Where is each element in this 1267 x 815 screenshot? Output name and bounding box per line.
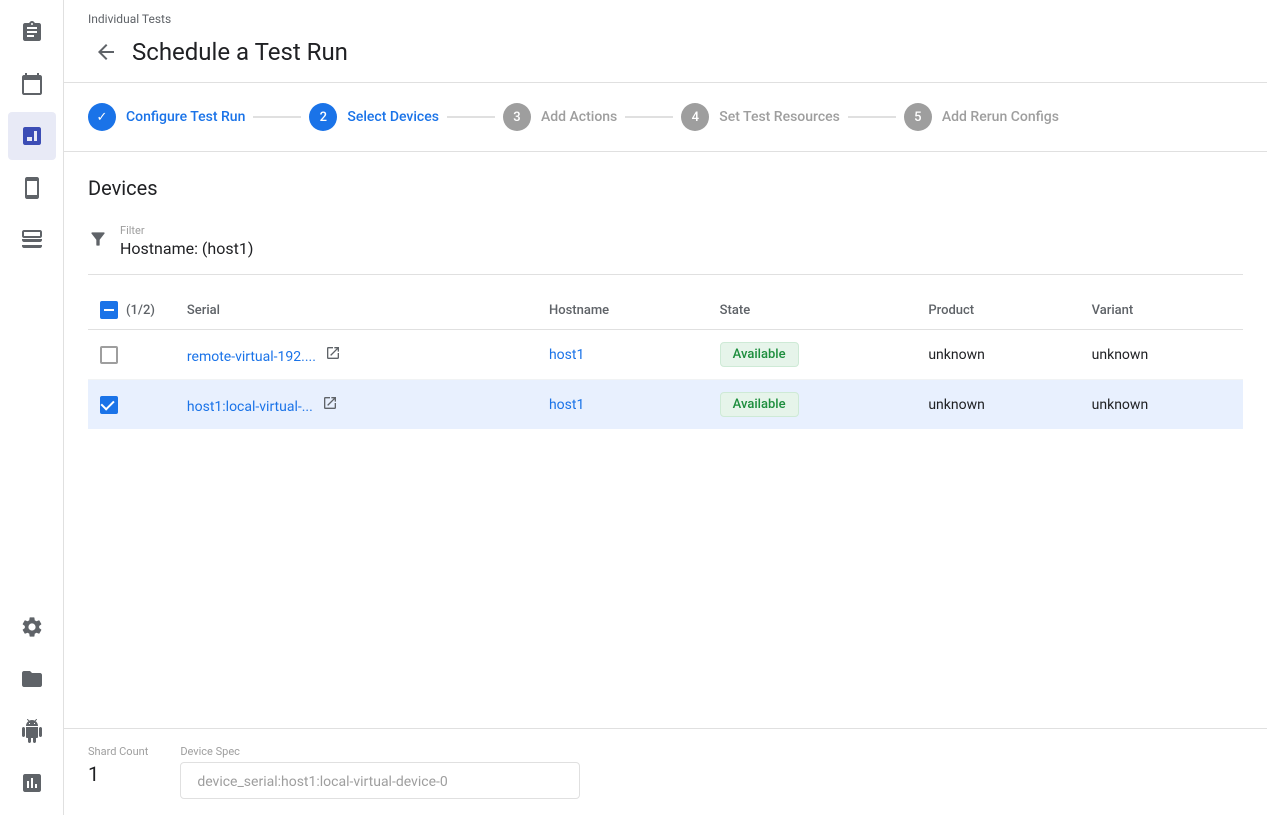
column-hostname: Hostname	[537, 291, 708, 330]
folder-icon	[20, 667, 44, 691]
row1-checkbox-cell[interactable]	[88, 330, 175, 380]
row2-serial: host1:local-virtual-...	[175, 380, 537, 430]
stepper: ✓ Configure Test Run 2 Select Devices 3 …	[64, 83, 1267, 152]
row2-checkbox-cell[interactable]	[88, 380, 175, 430]
sidebar-item-calendar[interactable]	[8, 60, 56, 108]
step-connector-2	[447, 116, 495, 118]
row1-serial-link[interactable]: remote-virtual-192....	[187, 349, 316, 365]
sidebar-item-analytics[interactable]	[8, 759, 56, 807]
device-spec-box: device_serial:host1:local-virtual-device…	[180, 762, 580, 799]
step-connector-3	[625, 116, 673, 118]
row1-variant: unknown	[1080, 330, 1243, 380]
column-state: State	[708, 291, 917, 330]
step-4: 4 Set Test Resources	[681, 103, 840, 131]
content-area: Devices Filter Hostname: (host1)	[64, 152, 1267, 728]
back-button[interactable]	[88, 34, 124, 70]
sidebar-item-tasks[interactable]	[8, 8, 56, 56]
filter-value: Hostname: (host1)	[120, 239, 253, 258]
indeterminate-checkbox[interactable]	[100, 301, 118, 319]
shard-count-label: Shard Count	[88, 745, 148, 758]
step-4-label: Set Test Resources	[719, 109, 840, 125]
row1-serial: remote-virtual-192....	[175, 330, 537, 380]
select-all-header[interactable]: (1/2)	[88, 291, 175, 330]
step-1-circle: ✓	[88, 103, 116, 131]
device-table: (1/2) Serial Hostname State Product Vari…	[88, 291, 1243, 429]
row1-state: Available	[708, 330, 917, 380]
calendar-icon	[20, 72, 44, 96]
page-header: Schedule a Test Run	[64, 30, 1267, 83]
sidebar-item-devices[interactable]	[8, 164, 56, 212]
shard-count-value: 1	[88, 762, 148, 786]
device-spec-value: device_serial:host1:local-virtual-device…	[197, 774, 447, 790]
bottom-panel: Shard Count 1 Device Spec device_serial:…	[64, 728, 1267, 815]
shard-count-field: Shard Count 1	[88, 745, 148, 799]
selection-count: (1/2)	[126, 303, 155, 318]
settings-icon	[20, 615, 44, 639]
step-1: ✓ Configure Test Run	[88, 103, 245, 131]
step-2-circle: 2	[309, 103, 337, 131]
row2-external-icon[interactable]	[322, 395, 338, 411]
back-arrow-icon	[94, 40, 118, 64]
filter-row[interactable]: Filter Hostname: (host1)	[88, 216, 1243, 275]
row2-serial-link[interactable]: host1:local-virtual-...	[187, 399, 313, 415]
column-product: Product	[916, 291, 1079, 330]
step-connector-1	[253, 116, 301, 118]
step-5-circle: 5	[904, 103, 932, 131]
step-5-label: Add Rerun Configs	[942, 109, 1059, 125]
row1-state-badge: Available	[720, 342, 799, 367]
row1-hostname: host1	[537, 330, 708, 380]
main-content: Individual Tests Schedule a Test Run ✓ C…	[64, 0, 1267, 815]
filter-label: Filter	[120, 224, 253, 237]
row2-variant: unknown	[1080, 380, 1243, 430]
device-spec-field: Device Spec device_serial:host1:local-vi…	[180, 745, 580, 799]
row2-state: Available	[708, 380, 917, 430]
analytics-icon	[20, 771, 44, 795]
sidebar-item-dashboard[interactable]	[8, 112, 56, 160]
step-1-label: Configure Test Run	[126, 109, 245, 125]
table-row: remote-virtual-192.... host1 Available	[88, 330, 1243, 380]
row2-state-badge: Available	[720, 392, 799, 417]
sidebar-item-servers[interactable]	[8, 216, 56, 264]
breadcrumb: Individual Tests	[64, 0, 1267, 30]
step-3: 3 Add Actions	[503, 103, 617, 131]
row2-product: unknown	[916, 380, 1079, 430]
column-serial: Serial	[175, 291, 537, 330]
sidebar	[0, 0, 64, 815]
row1-external-icon[interactable]	[325, 345, 341, 361]
step-5: 5 Add Rerun Configs	[904, 103, 1059, 131]
sidebar-item-settings[interactable]	[8, 603, 56, 651]
chart-icon	[20, 124, 44, 148]
table-row: host1:local-virtual-... host1 Available	[88, 380, 1243, 430]
clipboard-icon	[20, 20, 44, 44]
step-2: 2 Select Devices	[309, 103, 439, 131]
row1-hostname-link[interactable]: host1	[549, 347, 584, 363]
step-connector-4	[848, 116, 896, 118]
step-3-label: Add Actions	[541, 109, 617, 125]
step-2-label: Select Devices	[347, 109, 439, 125]
server-icon	[20, 228, 44, 252]
row2-checkbox[interactable]	[100, 396, 118, 414]
row1-checkbox[interactable]	[100, 346, 118, 364]
android-icon	[20, 719, 44, 743]
sidebar-item-files[interactable]	[8, 655, 56, 703]
column-variant: Variant	[1080, 291, 1243, 330]
row2-hostname-link[interactable]: host1	[549, 397, 584, 413]
page-title: Schedule a Test Run	[132, 38, 348, 66]
step-4-circle: 4	[681, 103, 709, 131]
device-icon	[20, 176, 44, 200]
step-3-circle: 3	[503, 103, 531, 131]
section-title: Devices	[88, 176, 1243, 200]
filter-icon	[88, 229, 108, 253]
sidebar-item-android[interactable]	[8, 707, 56, 755]
row1-product: unknown	[916, 330, 1079, 380]
device-spec-label: Device Spec	[180, 745, 580, 758]
filter-content: Filter Hostname: (host1)	[120, 224, 253, 258]
row2-hostname: host1	[537, 380, 708, 430]
